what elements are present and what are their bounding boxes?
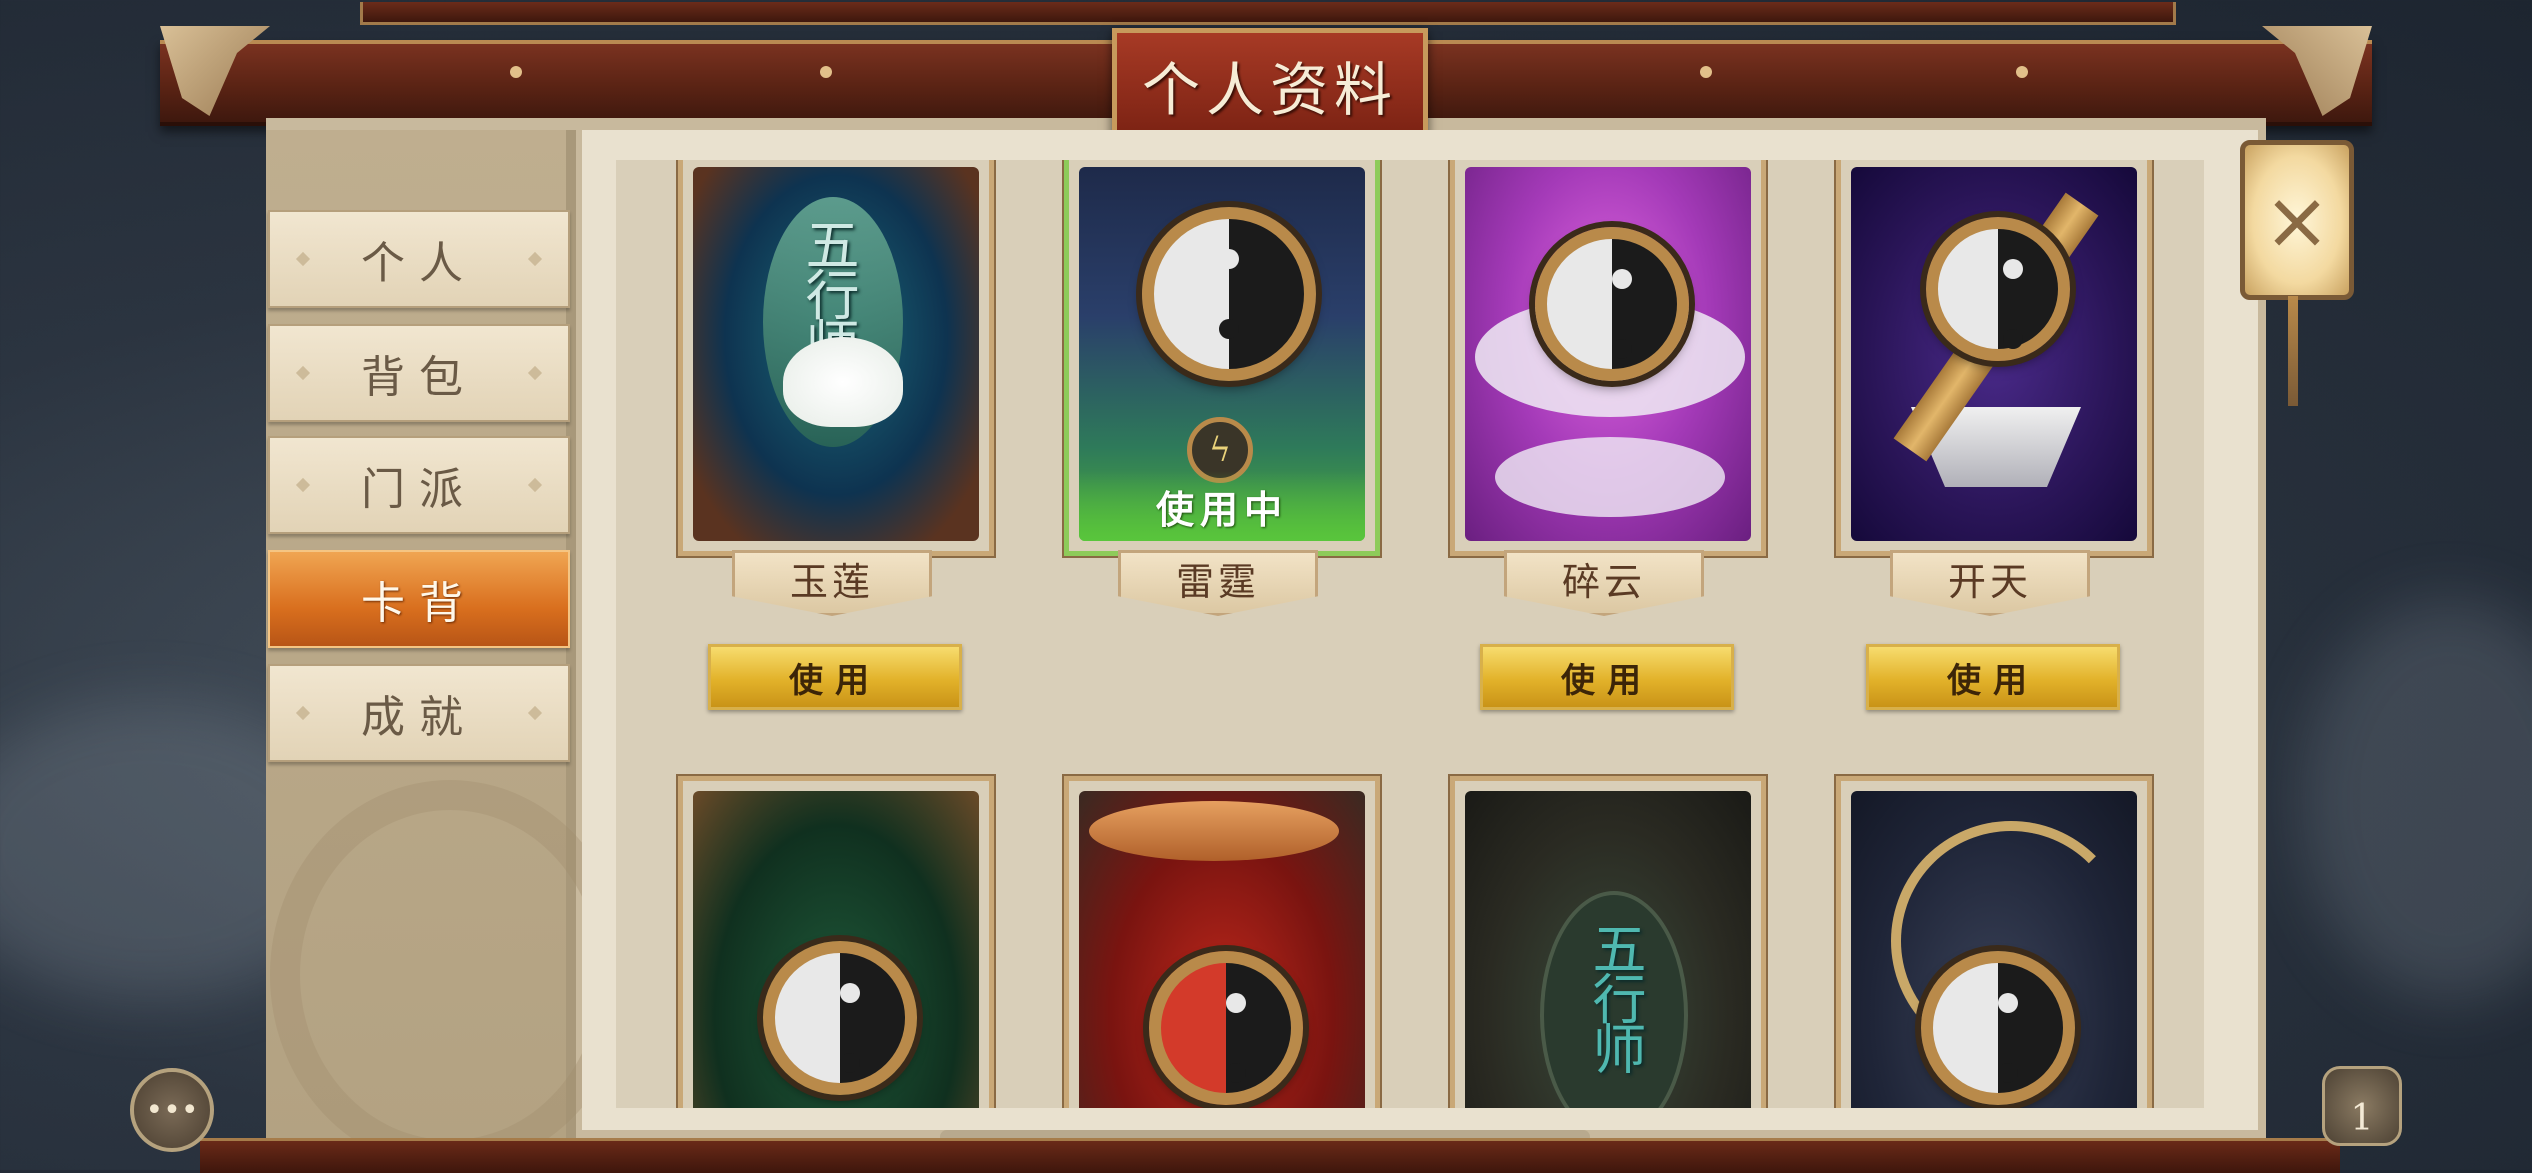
card-art: ϟ 使用中 (1079, 167, 1365, 541)
tab-achievements[interactable]: 成就 (268, 664, 570, 762)
card-back-yulian[interactable]: 五行师 (678, 160, 994, 556)
close-button[interactable]: × (2240, 140, 2354, 300)
card-name: 玉莲 (789, 559, 874, 604)
yin-yang-icon (1149, 951, 1303, 1105)
tab-label: 成就 (361, 692, 477, 743)
in-use-badge: 使用中 (1079, 471, 1365, 541)
card-back-leiting[interactable]: ϟ 使用中 (1064, 160, 1380, 556)
card-art (1851, 791, 2137, 1108)
card-back-green[interactable] (678, 776, 994, 1108)
card-back-navy[interactable] (1836, 776, 2152, 1108)
use-button[interactable]: 使用 (1480, 644, 1734, 710)
lotus-icon (783, 337, 903, 427)
yin-yang-icon (763, 941, 917, 1095)
card-name: 雷霆 (1175, 559, 1260, 604)
frame-stud (1700, 66, 1712, 78)
tab-label: 卡背 (361, 578, 477, 629)
counter-badge[interactable]: 1 (2322, 1066, 2402, 1146)
diamond-icon (527, 251, 543, 267)
cloud-ornament (1495, 437, 1725, 517)
close-icon: × (2263, 173, 2331, 267)
frame-top-beam (360, 2, 2176, 25)
card-back-teal[interactable]: 五行师 (1450, 776, 1766, 1108)
diamond-icon (527, 365, 543, 381)
card-name-plaque: 碎云 (1504, 550, 1704, 616)
card-name-plaque: 雷霆 (1118, 550, 1318, 616)
card-art (1079, 791, 1365, 1108)
tab-sect[interactable]: 门派 (268, 436, 570, 534)
lantern-tassel (2288, 296, 2298, 406)
card-back-red[interactable] (1064, 776, 1380, 1108)
diamond-icon (527, 705, 543, 721)
card-name: 碎云 (1561, 559, 1646, 604)
card-back-grid: 五行师 玉莲 使用 ϟ 使用中 雷霆 碎云 使用 开天 使用 五行师 (616, 160, 2204, 1108)
card-art (693, 791, 979, 1108)
tab-label: 个人 (361, 238, 477, 289)
card-name-plaque: 开天 (1890, 550, 2090, 616)
diamond-icon (527, 477, 543, 493)
background-cloud (2300, 600, 2532, 1000)
card-art-text: 五行师 (1583, 921, 1646, 1071)
card-art: 五行师 (693, 167, 979, 541)
card-back-kaitian[interactable] (1836, 160, 2152, 556)
yin-yang-icon (1921, 951, 2075, 1105)
frame-stud (2016, 66, 2028, 78)
tab-personal[interactable]: 个人 (268, 210, 570, 308)
card-art (1851, 167, 2137, 541)
tab-card-back[interactable]: 卡背 (268, 550, 570, 648)
chat-icon: ••• (145, 1092, 199, 1128)
frame-stud (510, 66, 522, 78)
use-button[interactable]: 使用 (708, 644, 962, 710)
page-title: 个人资料 (1112, 28, 1428, 142)
card-name-plaque: 玉莲 (732, 550, 932, 616)
frame-stud (820, 66, 832, 78)
card-name: 开天 (1947, 559, 2032, 604)
yin-yang-icon (1535, 227, 1689, 381)
diamond-icon (295, 705, 311, 721)
ribbon-ornament (1089, 801, 1339, 861)
frame-bottom-bar (200, 1138, 2340, 1173)
use-button[interactable]: 使用 (1866, 644, 2120, 710)
sidebar-decoration (270, 780, 630, 1170)
tab-backpack[interactable]: 背包 (268, 324, 570, 422)
yin-yang-icon (1142, 207, 1316, 381)
card-art (1465, 167, 1751, 541)
diamond-icon (295, 477, 311, 493)
tab-label: 门派 (361, 464, 477, 515)
yin-yang-icon (1926, 217, 2070, 361)
tab-label: 背包 (361, 352, 477, 403)
diamond-icon (295, 365, 311, 381)
counter-value: 1 (2350, 1098, 2374, 1139)
card-art: 五行师 (1465, 791, 1751, 1108)
diamond-icon (295, 251, 311, 267)
chat-button[interactable]: ••• (130, 1068, 214, 1152)
card-back-suiyun[interactable] (1450, 160, 1766, 556)
